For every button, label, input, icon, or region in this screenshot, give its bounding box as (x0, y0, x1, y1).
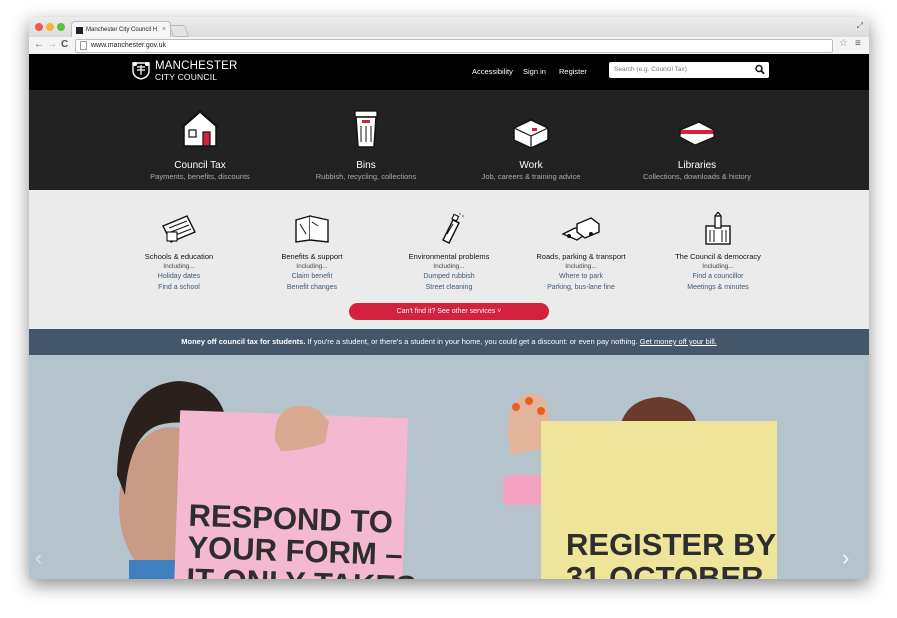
town-hall-icon (705, 212, 731, 245)
service-including: Including... (433, 263, 465, 270)
service-title: Benefits & support (281, 252, 343, 261)
zoom-window-dot[interactable] (57, 23, 65, 31)
libraries-tile[interactable]: Libraries Collections, downloads & histo… (592, 90, 802, 190)
service-including: Including... (163, 263, 195, 270)
banner-link[interactable]: Get money off your bill. (640, 337, 717, 346)
search-box (609, 62, 769, 78)
tab-title: Manchester City Council H (86, 27, 158, 33)
notice-banner: Money off council tax for students. If y… (29, 329, 869, 355)
service-title: Environmental problems (408, 252, 490, 261)
carousel-next-arrow[interactable]: › (842, 545, 849, 571)
crest-icon (132, 62, 150, 80)
back-button[interactable]: ← (34, 39, 44, 51)
service-link[interactable]: Holiday dates (104, 273, 254, 280)
service-title: Roads, parking & transport (536, 252, 626, 261)
wallet-icon (295, 215, 329, 243)
service-including: Including... (702, 263, 734, 270)
close-window-dot[interactable] (35, 23, 43, 31)
banner-text: If you're a student, or there's a studen… (305, 337, 640, 346)
browser-window: Manchester City Council H × ⤢ ← → C www.… (29, 17, 869, 579)
service-link[interactable]: Street cleaning (374, 284, 524, 291)
car-icon (561, 217, 600, 241)
search-input[interactable] (614, 64, 749, 75)
service-link[interactable]: Find a school (104, 284, 254, 291)
spray-can-icon (442, 213, 464, 244)
service-link[interactable]: Dumped rubbish (374, 273, 524, 280)
url-text: www.manchester.gov.uk (91, 42, 166, 49)
browser-toolbar: ← → C www.manchester.gov.uk ☆ ≡ (29, 37, 869, 55)
banner-bold: Money off council tax for students. (181, 337, 306, 346)
see-other-services-button[interactable]: Can't find it? See other services ˅ (349, 303, 549, 320)
service-title: The Council & democracy (675, 252, 761, 261)
service-link[interactable]: Benefit changes (237, 284, 387, 291)
tile-title: Libraries (677, 160, 717, 171)
browser-menu-icon[interactable]: ≡ (855, 38, 861, 49)
address-bar[interactable]: www.manchester.gov.uk (75, 39, 833, 53)
top-services-band: Council Tax Payments, benefits, discount… (29, 90, 869, 190)
bookmark-star-icon[interactable]: ☆ (839, 38, 848, 49)
site-logo[interactable]: MANCHESTER CITY COUNCIL (131, 59, 241, 85)
bin-icon (354, 110, 378, 148)
service-link[interactable]: Parking, bus-lane fine (506, 284, 656, 291)
browser-tab[interactable]: Manchester City Council H × (71, 21, 171, 38)
services-section: Schools & education Including... Holiday… (29, 190, 869, 329)
hero-carousel: RESPOND TO YOUR FORM – IT ONLY TAKES REG… (29, 355, 869, 579)
logo-line2: CITY COUNCIL (155, 72, 218, 82)
school-icon (162, 215, 196, 243)
sign-in-link[interactable]: Sign in (523, 67, 546, 76)
favicon-icon (76, 26, 83, 34)
service-link[interactable]: Meetings & minutes (643, 284, 793, 291)
sign2-line2: 31 OCTOBER (566, 560, 764, 579)
logo-line1: MANCHESTER (155, 60, 238, 72)
service-link[interactable]: Find a councillor (643, 273, 793, 280)
hero-image: RESPOND TO YOUR FORM – IT ONLY TAKES REG… (117, 381, 777, 579)
service-title: Schools & education (144, 252, 214, 261)
minimize-window-dot[interactable] (46, 23, 54, 31)
briefcase-icon (513, 118, 549, 149)
service-including: Including... (565, 263, 597, 270)
page-icon (80, 40, 87, 50)
books-icon (678, 121, 716, 146)
register-link[interactable]: Register (559, 67, 587, 76)
search-icon[interactable] (755, 64, 765, 75)
service-link[interactable]: Claim benefit (237, 273, 387, 280)
new-tab-button[interactable] (168, 25, 190, 37)
forward-button[interactable]: → (47, 39, 57, 51)
tile-subtitle: Collections, downloads & history (643, 172, 751, 181)
sign2-line1: REGISTER BY (566, 527, 776, 562)
fullscreen-icon[interactable]: ⤢ (857, 21, 863, 31)
title-bar: Manchester City Council H × ⤢ (29, 17, 869, 38)
service-link[interactable]: Where to park (506, 273, 656, 280)
service-including: Including... (296, 263, 328, 270)
reload-button[interactable]: C (61, 39, 68, 51)
site-header: MANCHESTER CITY COUNCIL Accessibility Si… (29, 54, 869, 90)
carousel-prev-arrow[interactable]: ‹ (35, 545, 42, 571)
house-icon (181, 109, 219, 147)
tab-close-icon[interactable]: × (162, 22, 166, 38)
accessibility-link[interactable]: Accessibility (472, 67, 513, 76)
